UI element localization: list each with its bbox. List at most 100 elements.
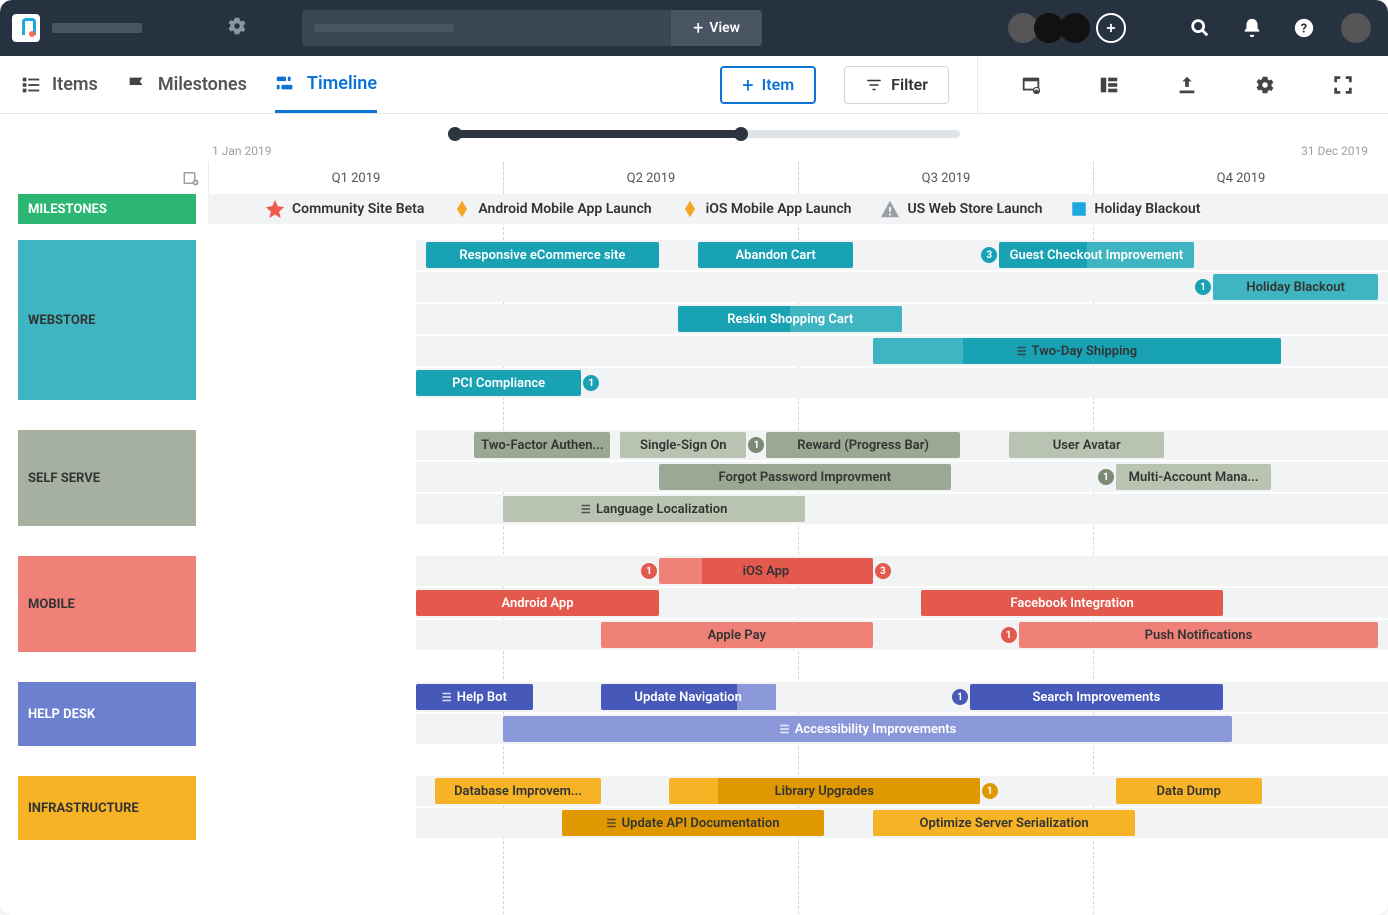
timeline-bar[interactable]: ☰ Language Localization [503, 496, 804, 522]
timeline-bar[interactable]: Update Navigation [601, 684, 776, 710]
timeline-bar[interactable]: Android App [416, 590, 659, 616]
gear-icon[interactable] [1240, 74, 1290, 96]
milestone-item[interactable]: Holiday Blackout [1070, 200, 1200, 218]
quarter-label: Q4 2019 [1093, 162, 1388, 194]
search-icon[interactable] [1180, 17, 1220, 39]
timeline-bar[interactable]: User Avatar [1009, 432, 1165, 458]
dependency-badge[interactable]: 1 [748, 437, 764, 453]
tab-timeline[interactable]: Timeline [275, 56, 377, 113]
timeline-bar[interactable]: Apple Pay [601, 622, 873, 648]
milestone-item[interactable]: Android Mobile App Launch [452, 199, 651, 219]
timeline-bar[interactable]: Forgot Password Improvment [659, 464, 951, 490]
date-range: 1 Jan 2019 31 Dec 2019 [212, 144, 1368, 158]
dependency-badge[interactable]: 1 [952, 689, 968, 705]
dependency-badge[interactable]: 1 [1195, 279, 1211, 295]
milestone-label: Holiday Blackout [1094, 201, 1200, 217]
swimlane-header[interactable]: MOBILE [18, 556, 196, 652]
timeline-bar[interactable]: Library Upgrades1 [669, 778, 980, 804]
view-button-label: View [709, 20, 740, 36]
timeline-bar[interactable]: Multi-Account Mana...1 [1116, 464, 1272, 490]
export-icon[interactable] [1162, 74, 1212, 96]
timeline-bar[interactable]: Reskin Shopping Cart [678, 306, 902, 332]
filter-button[interactable]: Filter [844, 66, 949, 104]
timeline-bar[interactable]: PCI Compliance1 [416, 370, 581, 396]
dependency-badge[interactable]: 1 [1001, 627, 1017, 643]
dependency-badge[interactable]: 3 [981, 247, 997, 263]
scrub-handle-right[interactable] [734, 127, 748, 141]
timeline-bar[interactable]: ☰ Update API Documentation [562, 810, 824, 836]
timeline-bar[interactable]: Two-Factor Authen... [474, 432, 610, 458]
dependency-badge[interactable]: 1 [982, 783, 998, 799]
timeline-track: iOS App13 [416, 556, 1388, 586]
dependency-badge[interactable]: 3 [875, 563, 891, 579]
date-end: 31 Dec 2019 [1301, 144, 1368, 158]
layout-link-icon[interactable] [1006, 74, 1056, 96]
fullscreen-icon[interactable] [1318, 74, 1368, 96]
timeline-bar[interactable]: Responsive eCommerce site [426, 242, 659, 268]
timeline-bar[interactable]: Data Dump [1116, 778, 1262, 804]
tab-milestones[interactable]: Milestones [126, 56, 247, 113]
add-member-button[interactable] [1096, 13, 1126, 43]
top-nav: + View ? [0, 0, 1388, 56]
timeline-bar[interactable]: Search Improvements1 [970, 684, 1223, 710]
dependency-badge[interactable]: 1 [641, 563, 657, 579]
milestone-item[interactable]: iOS Mobile App Launch [680, 199, 852, 219]
timeline-bar[interactable]: ☰ Help Bot [416, 684, 533, 710]
timeline-track: ☰ Help Bot Update Navigation Search Improv… [416, 682, 1388, 712]
calendar-settings-icon[interactable] [182, 169, 200, 187]
add-item-label: Item [762, 75, 794, 94]
tab-items[interactable]: Items [20, 56, 98, 113]
swimlane-header[interactable]: INFRASTRUCTURE [18, 776, 196, 840]
timeline-bar[interactable]: Abandon Cart [698, 242, 854, 268]
timeline-bar[interactable]: Holiday Blackout1 [1213, 274, 1378, 300]
timeline-bar[interactable]: ☰ Two-Day Shipping [873, 338, 1281, 364]
bell-icon[interactable] [1232, 17, 1272, 39]
timeline-track: Forgot Password Improvment Multi-Account … [416, 462, 1388, 492]
svg-text:?: ? [1301, 22, 1307, 37]
timeline-bar[interactable]: Database Improvem... [435, 778, 600, 804]
date-start: 1 Jan 2019 [212, 144, 271, 158]
columns-icon[interactable] [1084, 74, 1134, 96]
timeline-bar[interactable]: Facebook Integration [921, 590, 1222, 616]
timeline-track: ☰ Language Localization [416, 494, 1388, 524]
timeline-view: 1 Jan 2019 31 Dec 2019 Q1 2019Q2 2019Q3 … [0, 114, 1388, 914]
milestone-item[interactable]: US Web Store Launch [879, 198, 1042, 220]
view-button[interactable]: + View [671, 10, 762, 46]
tab-items-label: Items [52, 74, 98, 95]
tab-timeline-label: Timeline [307, 73, 377, 94]
profile-avatar[interactable] [1336, 13, 1376, 43]
swimlane-header[interactable]: SELF SERVE [18, 430, 196, 526]
timeline-track: Apple Pay Push Notifications1 [416, 620, 1388, 650]
dependency-badge[interactable]: 1 [583, 375, 599, 391]
swimlane-header[interactable]: HELP DESK [18, 682, 196, 746]
timeline-bar[interactable]: ☰ Accessibility Improvements [503, 716, 1232, 742]
milestone-label: Community Site Beta [292, 201, 424, 217]
timeline-bar[interactable]: Reward (Progress Bar) [766, 432, 960, 458]
scrub-handle-left[interactable] [448, 127, 462, 141]
timeline-track: PCI Compliance1 [416, 368, 1388, 398]
avatar[interactable] [1060, 13, 1090, 43]
timeline-bar[interactable]: Guest Checkout Improvement3 [999, 242, 1193, 268]
quarter-grid: Q1 2019Q2 2019Q3 2019Q4 2019 [0, 162, 1388, 194]
timeline-bar[interactable]: iOS App13 [659, 558, 873, 584]
add-item-button[interactable]: + Item [720, 66, 816, 104]
settings-gear-icon[interactable] [226, 15, 248, 41]
workspace-name-placeholder [52, 23, 142, 33]
swimlane-header[interactable]: WEBSTORE [18, 240, 196, 400]
search-input[interactable] [302, 10, 671, 46]
date-scrubber[interactable] [450, 130, 960, 138]
timeline-track: Two-Factor Authen... Single-Sign On1 Rewar… [416, 430, 1388, 460]
search-area: + View [302, 10, 762, 46]
milestone-item[interactable]: Community Site Beta [264, 198, 424, 220]
help-icon[interactable]: ? [1284, 17, 1324, 39]
timeline-track: Holiday Blackout1 [416, 272, 1388, 302]
milestones-row: Community Site Beta Android Mobile App La… [208, 194, 1388, 224]
milestone-label: US Web Store Launch [907, 201, 1042, 217]
app-logo[interactable] [12, 14, 40, 42]
timeline-track: Responsive eCommerce site Abandon Cart Gue… [416, 240, 1388, 270]
timeline-bar[interactable]: Optimize Server Serialization [873, 810, 1135, 836]
timeline-bar[interactable]: Single-Sign On1 [620, 432, 746, 458]
timeline-bar[interactable]: Push Notifications1 [1019, 622, 1379, 648]
tab-milestones-label: Milestones [158, 74, 247, 95]
dependency-badge[interactable]: 1 [1098, 469, 1114, 485]
